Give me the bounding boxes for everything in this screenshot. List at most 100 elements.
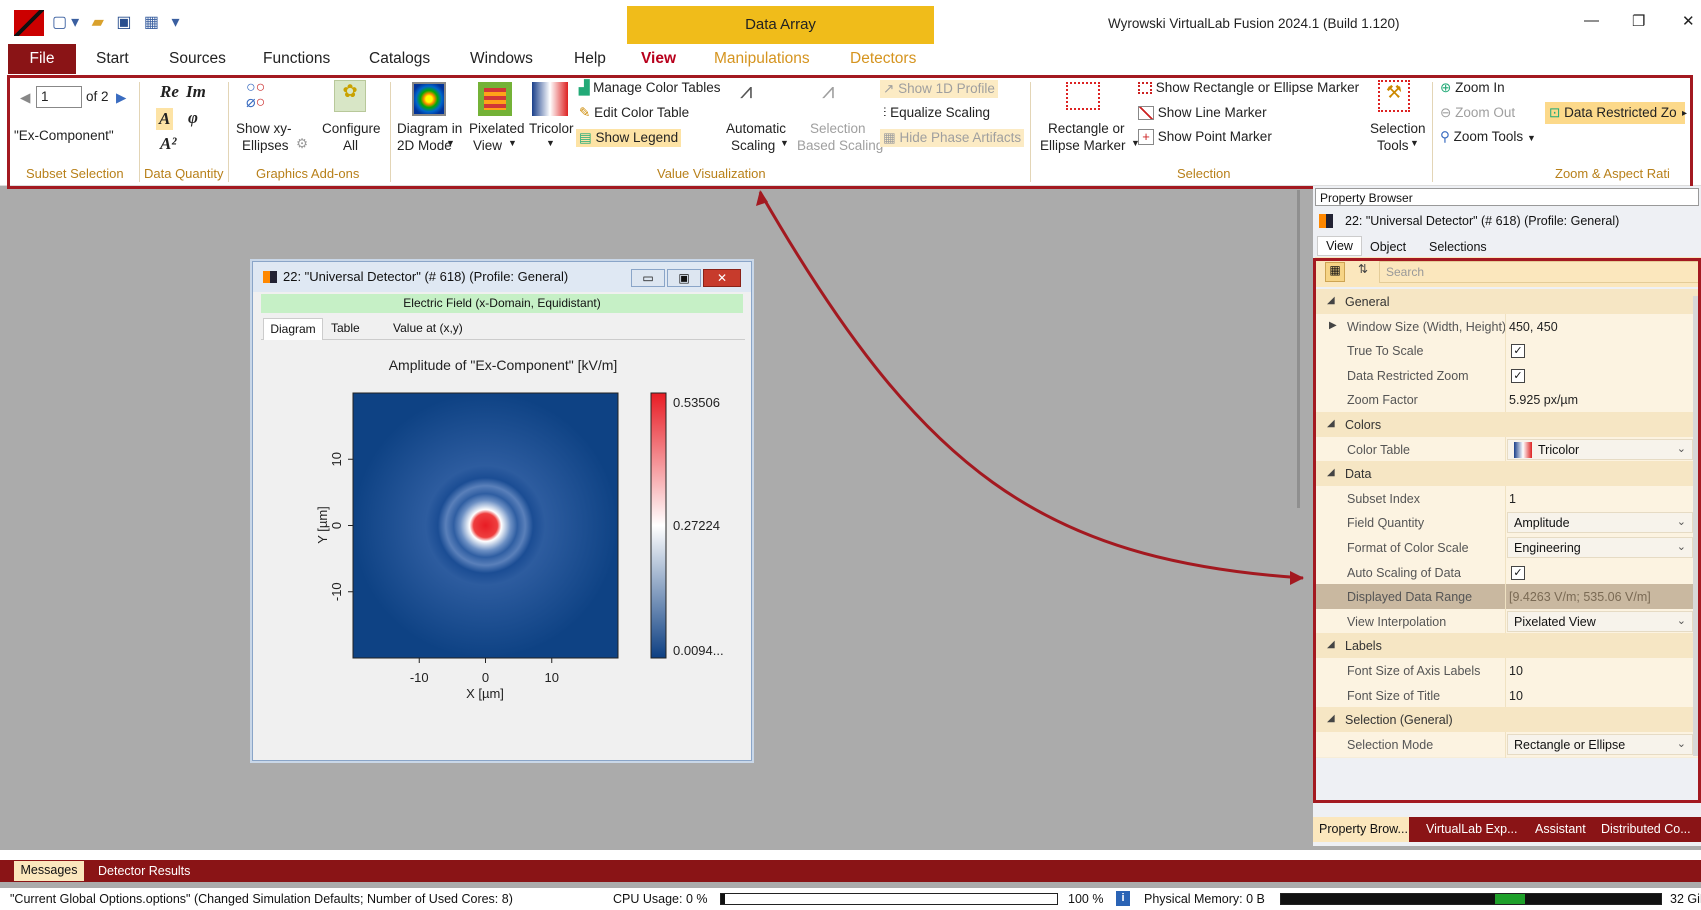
pixelated-view-label2[interactable]: View [473,138,502,153]
data-restricted-zoom-button[interactable]: ⊡ Data Restricted Zo [1545,102,1685,125]
chevron-down-icon[interactable]: ⌄ [1677,737,1686,750]
imag-part-button[interactable]: Im [186,82,206,102]
property-category[interactable]: ◢ Selection (General) [1315,707,1699,734]
tab-file[interactable]: File [8,44,76,74]
diagram-2d-label1[interactable]: Diagram in [397,121,462,136]
property-value[interactable]: [9.4263 V/m; 535.06 V/m] [1509,590,1651,604]
tab-detector-results[interactable]: Detector Results [98,864,190,878]
panel-tab-property-browser[interactable]: Property Brow... [1313,817,1409,842]
property-checkbox[interactable]: ✓ [1511,565,1525,580]
tab-catalogs[interactable]: Catalogs [369,50,430,68]
collapse-arrow-icon[interactable]: ◢ [1327,295,1335,306]
property-row[interactable]: Format of Color Scale Engineering ⌄ [1315,535,1699,561]
pb-tab-object[interactable]: Object [1370,240,1406,254]
property-search-input[interactable]: Search [1379,261,1699,283]
tab-view[interactable]: View [641,50,676,68]
auto-scaling-label1[interactable]: Automatic [726,121,786,136]
property-row[interactable]: Data Restricted Zoom ✓ [1315,362,1699,389]
selection-tools-label1[interactable]: Selection [1370,121,1426,136]
restore-button[interactable]: ❐ [1632,12,1645,30]
selection-scaling-label2[interactable]: Based Scaling [797,138,883,153]
property-row[interactable]: Field Quantity Amplitude ⌄ [1315,510,1699,537]
selection-tools-icon[interactable]: ⚒ [1378,80,1410,112]
categorized-icon[interactable]: ▦ [1325,262,1345,282]
tricolor-label[interactable]: Tricolor [529,121,574,136]
show-1d-profile-button[interactable]: ↗ Show 1D Profile [880,80,998,99]
rectangle-marker-icon[interactable] [1066,82,1100,110]
minimize-button[interactable]: — [1584,12,1599,29]
tab-functions[interactable]: Functions [263,50,330,68]
property-category[interactable]: ◢ Labels [1315,633,1699,660]
dialog-close-button[interactable]: ✕ [703,269,741,287]
property-row[interactable]: True To Scale ✓ [1315,338,1699,365]
rect-marker-label2[interactable]: Ellipse Marker [1040,138,1126,153]
property-checkbox[interactable]: ✓ [1511,368,1525,383]
property-dropdown[interactable]: Tricolor ⌄ [1507,438,1693,460]
ellipses-icon[interactable]: ○○ ⌀○ [246,80,265,111]
property-grid-scrollbar[interactable] [1693,296,1699,756]
selection-scaling-icon[interactable]: ⩘ [822,78,834,104]
property-category[interactable]: ◢ General [1315,289,1699,315]
close-button[interactable]: ✕ [1682,12,1695,30]
splitter[interactable] [1297,190,1300,508]
sort-az-icon[interactable]: ⇅ [1353,262,1373,282]
equalize-scaling-button[interactable]: ⫶ Equalize Scaling [883,105,990,121]
collapse-arrow-icon[interactable]: ◢ [1327,713,1335,724]
rect-marker-label1[interactable]: Rectangle or [1048,121,1125,136]
chevron-down-icon[interactable]: ▼ [780,138,789,148]
tab-manipulations[interactable]: Manipulations [714,50,810,68]
property-value[interactable]: 5.925 px/µm [1509,393,1578,407]
property-dropdown[interactable]: Pixelated View ⌄ [1507,610,1693,632]
show-xy-ellipses-label1[interactable]: Show xy- [236,121,292,136]
hide-phase-artifacts-button[interactable]: ▦ Hide Phase Artifacts [880,129,1025,148]
tab-windows[interactable]: Windows [470,50,533,68]
tricolor-icon[interactable] [532,82,568,116]
chevron-down-icon[interactable]: ▼ [446,138,455,148]
edit-color-table-button[interactable]: ✎ Edit Color Table [579,105,689,121]
tab-table[interactable]: Table [331,321,360,335]
property-value[interactable]: 1 [1509,492,1516,506]
chevron-down-icon[interactable]: ▼ [1410,138,1419,148]
prev-subset-icon[interactable]: ◀ [20,90,30,106]
chevron-down-icon[interactable]: ▼ [546,138,555,148]
tab-help[interactable]: Help [574,50,606,68]
property-checkbox[interactable]: ✓ [1511,344,1525,359]
collapse-arrow-icon[interactable]: ◢ [1327,418,1335,429]
property-row[interactable]: Selection Mode Rectangle or Ellipse ⌄ [1315,731,1699,758]
chevron-down-icon[interactable]: ▼ [508,138,517,148]
pb-tab-selections[interactable]: Selections [1429,240,1487,254]
show-line-marker-button[interactable]: Show Line Marker [1138,105,1267,121]
panel-tab-virtuallab-explorer[interactable]: VirtualLab Exp... [1426,822,1518,836]
pb-tab-view[interactable]: View [1317,236,1362,256]
property-row[interactable]: Zoom Factor 5.925 px/µm [1315,387,1699,414]
zoom-out-button[interactable]: ⊖ Zoom Out [1440,105,1515,121]
diagram-2d-label2[interactable]: 2D Mode [397,138,452,153]
subset-index-input[interactable]: 1 [36,86,82,108]
info-icon[interactable]: i [1116,891,1130,906]
configure-all-label2[interactable]: All [343,138,358,153]
chevron-down-icon[interactable]: ⌄ [1677,540,1686,553]
phase-button[interactable]: φ [188,108,198,128]
next-subset-icon[interactable]: ▶ [116,90,126,106]
tab-sources[interactable]: Sources [169,50,226,68]
chevron-down-icon[interactable]: ⌄ [1677,515,1686,528]
property-row[interactable]: Subset Index 1 [1315,485,1699,512]
property-value[interactable]: 10 [1509,664,1523,678]
property-row[interactable]: Auto Scaling of Data ✓ [1315,559,1699,586]
property-dropdown[interactable]: Rectangle or Ellipse ⌄ [1507,733,1693,755]
amplitude-button[interactable]: A [156,108,174,130]
property-row[interactable]: Font Size of Title 10 [1315,682,1699,709]
auto-scaling-label2[interactable]: Scaling [731,138,775,153]
show-xy-ellipses-label2[interactable]: Ellipses [242,138,289,153]
gear-icon[interactable]: ⚙ [296,136,308,152]
pixelated-view-label1[interactable]: Pixelated [469,121,525,136]
property-row[interactable]: ▶ Window Size (Width, Height) 450, 450 [1315,313,1699,340]
chevron-down-icon[interactable]: ⌄ [1677,442,1686,455]
property-row[interactable]: View Interpolation Pixelated View ⌄ [1315,608,1699,635]
zoom-tools-button[interactable]: ⚲ Zoom Tools ▼ [1440,129,1536,145]
selection-tools-label2[interactable]: Tools [1377,138,1409,153]
property-category[interactable]: ◢ Colors [1315,412,1699,438]
property-value[interactable]: 450, 450 [1509,320,1558,334]
manage-color-tables-button[interactable]: ▟ Manage Color Tables [579,80,720,96]
property-row[interactable]: Font Size of Axis Labels 10 [1315,658,1699,684]
